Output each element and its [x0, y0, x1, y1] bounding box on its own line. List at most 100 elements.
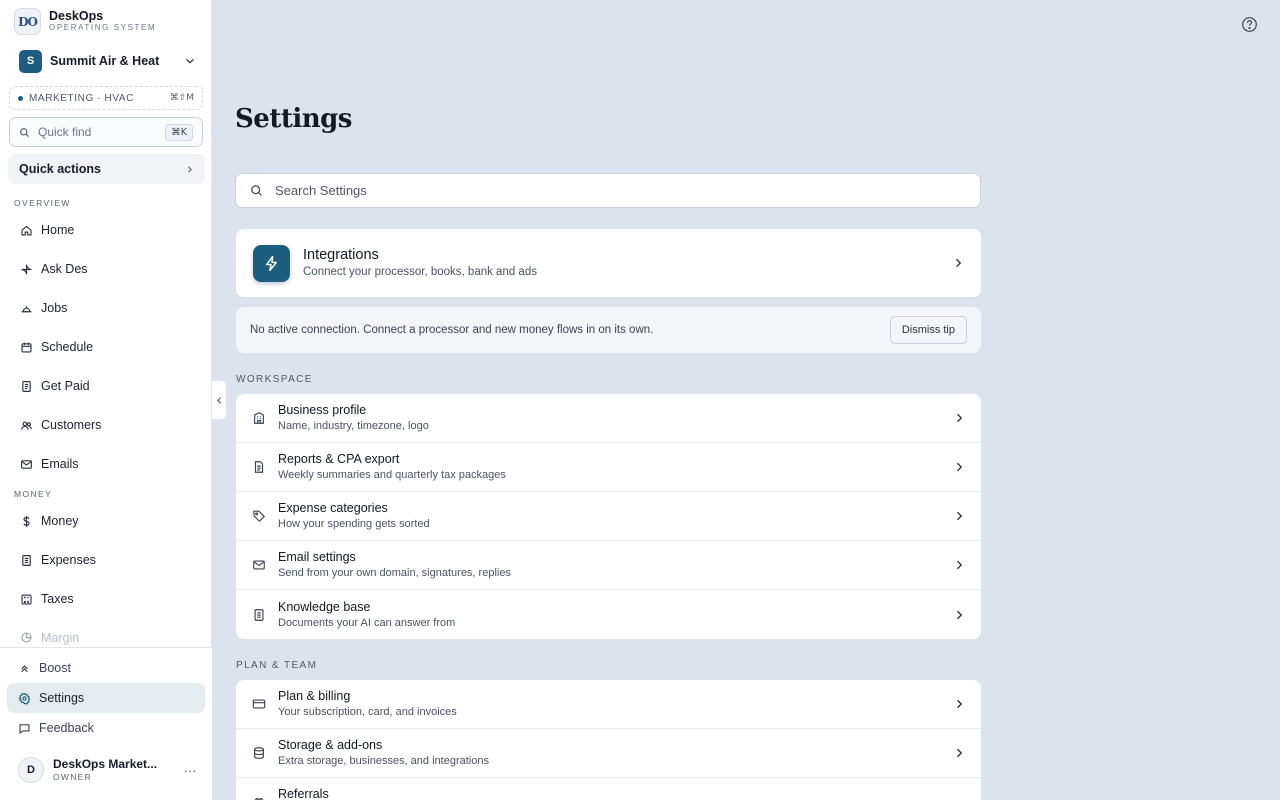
- mode-badge[interactable]: MARKETING · HVAC ⌘⇧M: [9, 86, 203, 110]
- quick-find-shortcut: ⌘K: [165, 123, 193, 141]
- row-title: Expense categories: [278, 501, 388, 515]
- sidebar-item-taxes[interactable]: Taxes: [8, 584, 205, 614]
- sidebar-item-label: Expenses: [41, 553, 96, 567]
- settings-row-email-settings[interactable]: Email settings Send from your own domain…: [236, 541, 981, 590]
- gear-icon: [18, 692, 31, 705]
- sidebar-item-ask-des[interactable]: Ask Des: [8, 254, 205, 284]
- settings-search[interactable]: [235, 173, 981, 208]
- sidebar-item-margin[interactable]: Margin: [8, 623, 205, 645]
- sidebar-item-schedule[interactable]: Schedule: [8, 332, 205, 362]
- receipt-icon: [22, 554, 31, 566]
- sidebar: DO DeskOps OPERATING SYSTEM S Summit Air…: [0, 0, 212, 800]
- chevron-down-icon: [186, 58, 194, 64]
- plan-team-list: Plan & billing Your subscription, card, …: [236, 680, 981, 800]
- sidebar-item-money[interactable]: Money: [8, 506, 205, 536]
- building-icon: [254, 412, 264, 424]
- page-title: Settings: [235, 104, 352, 134]
- sidebar-item-jobs[interactable]: Jobs: [8, 293, 205, 323]
- mode-dot: [18, 95, 23, 101]
- integrations-title: Integrations: [303, 247, 379, 263]
- sidebar-item-emails[interactable]: Emails: [8, 449, 205, 479]
- row-title: Referrals: [278, 787, 329, 800]
- users-icon: [21, 421, 32, 430]
- user-role: OWNER: [53, 772, 93, 782]
- sidebar-item-label: Ask Des: [41, 262, 88, 276]
- mail-icon: [21, 459, 32, 469]
- sidebar-item-settings[interactable]: Settings: [7, 683, 205, 713]
- document-icon: [254, 461, 264, 473]
- sidebar-item-label: Home: [41, 223, 75, 237]
- row-title: Storage & add-ons: [278, 738, 383, 752]
- chevrons-up-icon: [21, 664, 28, 672]
- user-name: DeskOps Market...: [53, 757, 158, 771]
- pie-icon: [21, 632, 32, 643]
- sidebar-item-label: Boost: [39, 661, 71, 675]
- integrations-card[interactable]: Integrations Connect your processor, boo…: [236, 229, 981, 297]
- row-subtitle: Documents your AI can answer from: [278, 616, 456, 629]
- group-label-plan-team: PLAN & TEAM: [236, 660, 318, 671]
- group-label-workspace: WORKSPACE: [236, 374, 313, 385]
- gift-icon: [254, 797, 264, 800]
- chat-icon: [19, 723, 30, 734]
- help-icon[interactable]: [1241, 16, 1258, 33]
- sidebar-item-label: Get Paid: [41, 379, 90, 393]
- sidebar-item-get-paid[interactable]: Get Paid: [8, 371, 205, 401]
- brand-logo: DO: [14, 8, 41, 35]
- settings-row-knowledge-base[interactable]: Knowledge base Documents your AI can ans…: [236, 590, 981, 639]
- tag-icon: [253, 510, 266, 523]
- business-switcher[interactable]: S Summit Air & Heat: [19, 49, 197, 73]
- chevron-right-icon: [957, 560, 963, 570]
- avatar: D: [18, 757, 44, 783]
- sidebar-item-label: Emails: [41, 457, 79, 471]
- sidebar-item-expenses[interactable]: Expenses: [8, 545, 205, 575]
- search-icon: [20, 127, 30, 137]
- sidebar-item-feedback[interactable]: Feedback: [7, 713, 205, 743]
- sidebar-item-label: Schedule: [41, 340, 94, 354]
- settings-row-storage[interactable]: Storage & add-ons Extra storage, busines…: [236, 729, 981, 778]
- business-name: Summit Air & Heat: [50, 54, 160, 68]
- tip-text: No active connection. Connect a processo…: [250, 324, 654, 336]
- settings-row-referrals[interactable]: Referrals: [236, 778, 981, 800]
- row-title: Knowledge base: [278, 599, 371, 614]
- settings-row-expense-categories[interactable]: Expense categories How your spending get…: [236, 492, 981, 541]
- chevron-left-icon: [216, 396, 221, 404]
- invoice-icon: [22, 380, 31, 392]
- sidebar-item-label: Margin: [41, 631, 80, 645]
- mode-shortcut: ⌘⇧M: [169, 93, 194, 103]
- home-icon: [21, 225, 32, 236]
- settings-row-reports[interactable]: Reports & CPA export Weekly summaries an…: [236, 443, 981, 492]
- database-icon: [254, 747, 264, 759]
- settings-row-plan-billing[interactable]: Plan & billing Your subscription, card, …: [236, 680, 981, 729]
- chevron-right-icon: [957, 748, 963, 758]
- brand-subtitle: OPERATING SYSTEM: [49, 23, 157, 32]
- sparkle-icon: [21, 264, 32, 274]
- quick-find-input[interactable]: [38, 125, 158, 139]
- row-title: Email settings: [278, 550, 356, 564]
- calculator-icon: [21, 593, 32, 605]
- brand[interactable]: DO DeskOps OPERATING SYSTEM: [14, 8, 156, 35]
- more-icon[interactable]: ···: [182, 763, 198, 778]
- dollar-icon: [23, 515, 30, 527]
- sidebar-item-label: Money: [41, 514, 79, 528]
- chevron-right-icon: [957, 413, 963, 423]
- sidebar-item-home[interactable]: Home: [8, 215, 205, 245]
- chevron-right-icon: [957, 610, 963, 619]
- mode-label: MARKETING · HVAC: [29, 92, 134, 104]
- collapse-sidebar-button[interactable]: [212, 380, 227, 420]
- business-avatar: S: [19, 49, 42, 73]
- dismiss-tip-button[interactable]: Dismiss tip: [889, 316, 967, 344]
- sidebar-item-customers[interactable]: Customers: [8, 410, 205, 440]
- chevron-right-icon: [957, 699, 963, 709]
- quick-actions-button[interactable]: Quick actions: [8, 154, 205, 184]
- integrations-icon-tile: [253, 244, 290, 282]
- credit-card-icon: [252, 699, 266, 709]
- sidebar-item-boost[interactable]: Boost: [7, 653, 205, 683]
- user-menu[interactable]: D DeskOps Market... OWNER ···: [18, 755, 198, 785]
- sidebar-item-label: Settings: [39, 691, 85, 705]
- settings-row-business-profile[interactable]: Business profile Name, industry, timezon…: [236, 394, 981, 443]
- quick-find[interactable]: ⌘K: [9, 117, 203, 147]
- integrations-subtitle: Connect your processor, books, bank and …: [303, 266, 537, 278]
- sidebar-item-label: Taxes: [41, 592, 74, 606]
- settings-search-input[interactable]: [275, 183, 966, 198]
- calendar-icon: [21, 342, 32, 353]
